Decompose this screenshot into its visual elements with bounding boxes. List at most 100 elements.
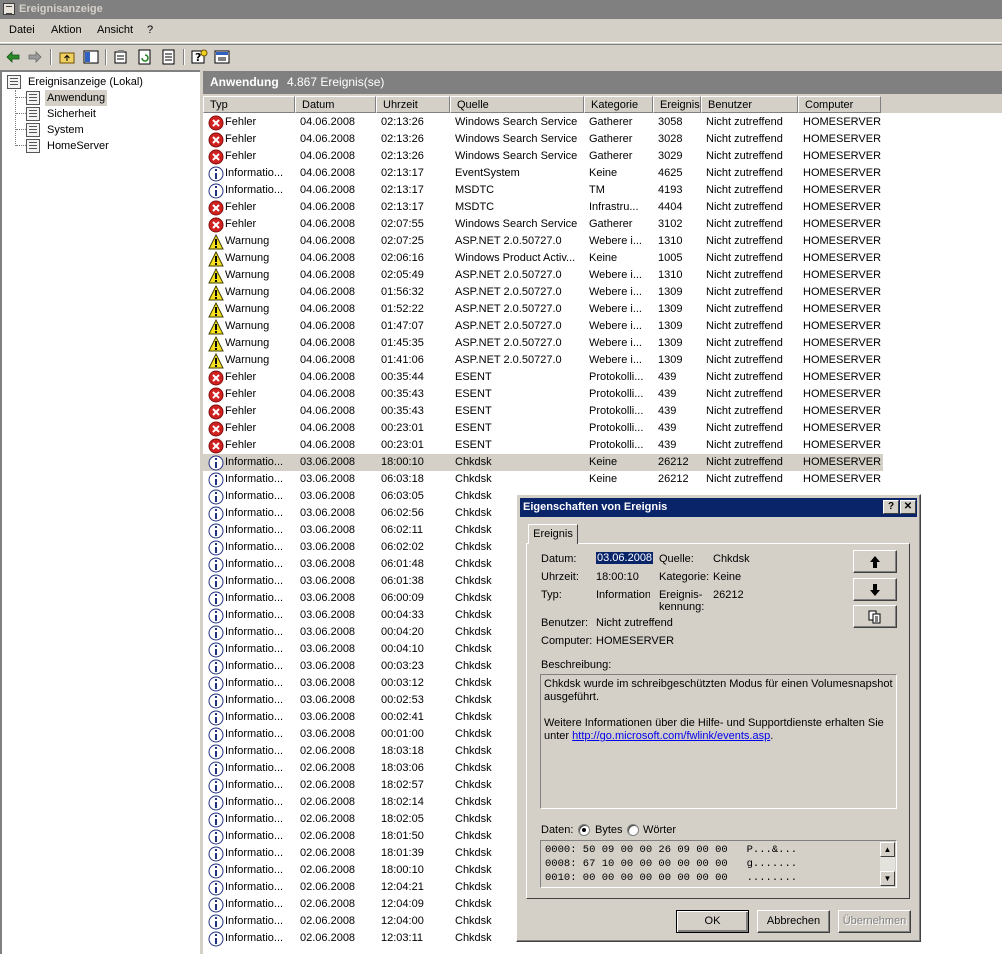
uhrzeit-label: Uhrzeit: <box>541 571 579 583</box>
cell-typ: Warnung <box>225 354 270 366</box>
cell-datum: 03.06.2008 <box>300 609 356 621</box>
menu-help[interactable]: ? <box>147 24 153 36</box>
info-icon <box>208 914 224 930</box>
table-row[interactable]: Warnung 04.06.2008 01:45:35 ASP.NET 2.0.507… <box>203 335 883 352</box>
refresh-icon[interactable] <box>136 48 154 66</box>
cell-typ: Fehler <box>225 201 257 213</box>
info-icon <box>208 744 224 760</box>
column-quelle[interactable]: Quelle <box>450 96 584 113</box>
table-row[interactable]: Informatio... 04.06.2008 02:13:17 EventSyst… <box>203 165 883 182</box>
export-list-icon[interactable] <box>160 48 178 66</box>
error-icon <box>208 387 224 403</box>
scroll-up-icon[interactable]: ▲ <box>880 842 895 857</box>
cell-datum: 03.06.2008 <box>300 694 356 706</box>
scroll-down-icon[interactable]: ▼ <box>880 871 895 886</box>
column-ereignis[interactable]: Ereignis <box>653 96 701 113</box>
table-row[interactable]: Warnung 04.06.2008 01:47:07 ASP.NET 2.0.507… <box>203 318 883 335</box>
svg-text:?: ? <box>195 51 201 64</box>
dialog-titlebar[interactable]: Eigenschaften von Ereignis ? ✕ <box>520 498 917 517</box>
panel-header: Anwendung 4.867 Ereignis(se) <box>203 71 1002 94</box>
table-row[interactable]: Warnung 04.06.2008 01:52:22 ASP.NET 2.0.507… <box>203 301 883 318</box>
table-row[interactable]: Fehler 04.06.2008 00:23:01 ESENT Protokolli.… <box>203 420 883 437</box>
apply-button[interactable]: Übernehmen <box>838 910 911 933</box>
up-folder-icon[interactable] <box>58 48 76 66</box>
copy-button[interactable] <box>853 605 897 628</box>
table-row[interactable]: Warnung 04.06.2008 02:07:25 ASP.NET 2.0.507… <box>203 233 883 250</box>
menu-aktion[interactable]: Aktion <box>51 24 82 36</box>
ok-button[interactable]: OK <box>676 910 749 933</box>
table-row[interactable]: Fehler 04.06.2008 02:13:26 Windows Search S… <box>203 114 883 131</box>
tab-ereignis[interactable]: Ereignis <box>528 524 578 544</box>
table-row[interactable]: Fehler 04.06.2008 00:35:43 ESENT Protokolli.… <box>203 403 883 420</box>
table-row[interactable]: Informatio... 03.06.2008 06:03:18 Chkdsk Kei… <box>203 471 883 488</box>
menu-datei[interactable]: Datei <box>9 24 35 36</box>
cell-computer: HOMESERVER <box>803 150 882 162</box>
info-icon <box>208 880 224 896</box>
hex-scrollbar[interactable]: ▲ ▼ <box>880 842 895 886</box>
benutzer-label: Benutzer: <box>541 617 589 629</box>
info-icon <box>208 693 224 709</box>
table-row[interactable]: Informatio... 03.06.2008 18:00:10 Chkdsk Kei… <box>203 454 883 471</box>
cell-uhrzeit: 06:02:11 <box>381 524 424 536</box>
window-titlebar[interactable]: Ereignisanzeige <box>0 0 1002 19</box>
forward-arrow-icon[interactable] <box>26 48 44 66</box>
cell-computer: HOMESERVER <box>803 133 882 145</box>
cell-uhrzeit: 02:13:26 <box>381 150 424 162</box>
table-row[interactable]: Fehler 04.06.2008 02:13:26 Windows Search S… <box>203 148 883 165</box>
menu-ansicht[interactable]: Ansicht <box>97 24 133 36</box>
table-row[interactable]: Warnung 04.06.2008 01:56:32 ASP.NET 2.0.507… <box>203 284 883 301</box>
dialog-help-button[interactable]: ? <box>883 500 899 514</box>
properties-icon[interactable] <box>112 48 130 66</box>
radio-bytes[interactable] <box>578 824 590 836</box>
table-row[interactable]: Warnung 04.06.2008 02:05:49 ASP.NET 2.0.507… <box>203 267 883 284</box>
table-row[interactable]: Fehler 04.06.2008 00:23:01 ESENT Protokolli.… <box>203 437 883 454</box>
column-kategorie[interactable]: Kategorie <box>584 96 653 113</box>
cell-uhrzeit: 00:01:00 <box>381 728 424 740</box>
table-row[interactable]: Fehler 04.06.2008 02:13:17 MSDTC Infrastru..… <box>203 199 883 216</box>
help-icon[interactable]: ? <box>190 48 208 66</box>
info-icon <box>208 659 224 675</box>
cell-ereignis: 3102 <box>658 218 683 230</box>
error-icon <box>208 149 224 165</box>
table-row[interactable]: Fehler 04.06.2008 02:07:55 Windows Search S… <box>203 216 883 233</box>
column-datum[interactable]: Datum <box>295 96 376 113</box>
table-row[interactable]: Fehler 04.06.2008 00:35:44 ESENT Protokolli.… <box>203 369 883 386</box>
kategorie-label: Kategorie: <box>659 571 710 583</box>
cell-uhrzeit: 18:02:05 <box>381 813 424 825</box>
cell-uhrzeit: 00:23:01 <box>381 439 424 451</box>
table-row[interactable]: Fehler 04.06.2008 00:35:43 ESENT Protokolli.… <box>203 386 883 403</box>
column-computer[interactable]: Computer <box>798 96 881 113</box>
cell-kategorie: Gatherer <box>589 116 633 128</box>
datum-value[interactable]: 03.06.2008 <box>596 552 654 564</box>
dialog-close-button[interactable]: ✕ <box>900 500 916 514</box>
cell-datum: 04.06.2008 <box>300 269 356 281</box>
cell-uhrzeit: 02:13:26 <box>381 116 424 128</box>
cell-datum: 02.06.2008 <box>300 762 356 774</box>
next-event-button[interactable] <box>853 578 897 601</box>
data-hex-view[interactable]: 0000: 50 09 00 00 26 09 00 00 P...&... 0… <box>540 840 897 888</box>
cell-uhrzeit: 06:03:18 <box>381 473 424 485</box>
table-row[interactable]: Informatio... 04.06.2008 02:13:17 MSDTC TM 41… <box>203 182 883 199</box>
cell-datum: 03.06.2008 <box>300 541 356 553</box>
cell-typ: Informatio... <box>225 728 284 740</box>
cell-quelle: EventSystem <box>455 167 520 179</box>
column-benutzer[interactable]: Benutzer <box>701 96 798 113</box>
show-hide-tree-icon[interactable] <box>82 48 100 66</box>
table-row[interactable]: Warnung 04.06.2008 02:06:16 Windows Product… <box>203 250 883 267</box>
cell-ereignis: 1309 <box>658 303 683 315</box>
console-icon[interactable] <box>213 48 231 66</box>
cancel-button[interactable]: Abbrechen <box>757 910 830 933</box>
column-uhrzeit[interactable]: Uhrzeit <box>376 96 450 113</box>
back-arrow-icon[interactable] <box>4 48 22 66</box>
cell-quelle: Chkdsk <box>455 473 492 485</box>
cell-datum: 04.06.2008 <box>300 303 356 315</box>
info-icon <box>208 727 224 743</box>
radio-woerter[interactable] <box>627 824 639 836</box>
table-row[interactable]: Fehler 04.06.2008 02:13:26 Windows Search S… <box>203 131 883 148</box>
description-box[interactable]: Chkdsk wurde im schreibgeschützten Modus… <box>540 674 897 809</box>
column-typ[interactable]: Typ <box>203 96 295 113</box>
cell-ereignis: 439 <box>658 439 677 451</box>
previous-event-button[interactable] <box>853 550 897 573</box>
table-row[interactable]: Warnung 04.06.2008 01:41:06 ASP.NET 2.0.507… <box>203 352 883 369</box>
microsoft-help-link[interactable]: http://go.microsoft.com/fwlink/events.as… <box>572 730 770 742</box>
